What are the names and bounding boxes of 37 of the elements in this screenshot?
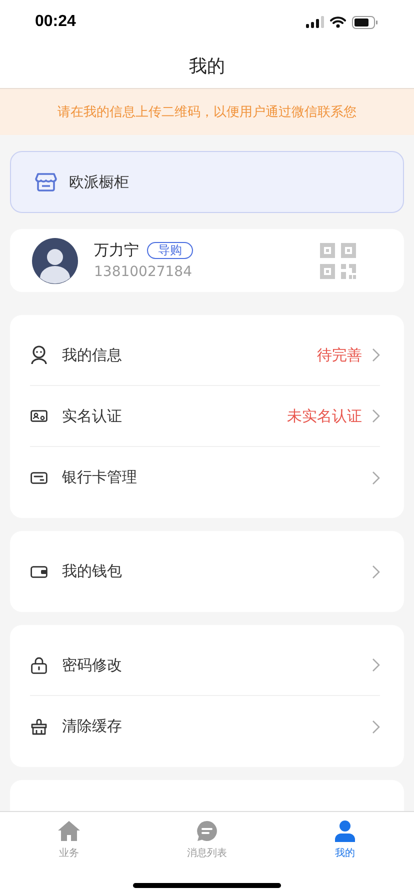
brush-icon: [30, 718, 48, 734]
status-text: 未实名认证: [287, 406, 362, 426]
chevron-right-icon: [372, 564, 380, 578]
notice-banner: 请在我的信息上传二维码，以便用户通过微信联系您: [0, 89, 414, 135]
chevron-right-icon: [372, 658, 380, 672]
menu-item[interactable]: 我的钱包: [30, 541, 380, 602]
battery-icon: [352, 16, 378, 28]
chevron-right-icon: [372, 409, 380, 423]
page-title: 我的: [189, 55, 225, 78]
wallet-icon: [30, 564, 48, 578]
user-icon: [30, 345, 48, 365]
menu-item[interactable]: 我的信息 待完善: [30, 325, 380, 386]
chevron-right-icon: [372, 348, 380, 362]
menu-item[interactable]: 实名认证 未实名认证: [30, 386, 380, 447]
chevron-right-icon: [372, 720, 380, 734]
chevron-right-icon: [372, 470, 380, 484]
menu-item[interactable]: 清除缓存: [30, 696, 380, 757]
chat-bubble-icon: [196, 820, 218, 842]
avatar: [32, 238, 78, 284]
menu-item[interactable]: 银行卡管理: [30, 447, 380, 508]
person-icon: [334, 820, 356, 842]
id-card-icon: [30, 409, 48, 423]
role-tag: 导购: [147, 242, 193, 259]
status-time: 00:24: [35, 13, 76, 31]
lock-icon: [30, 656, 48, 674]
store-card[interactable]: 欧派橱柜: [10, 151, 404, 213]
user-name: 万力宁: [94, 241, 139, 260]
phone-number: 13810027184: [94, 264, 193, 280]
qr-code-icon[interactable]: [320, 242, 356, 278]
signal-icon: [306, 16, 324, 28]
tab[interactable]: 我的: [276, 812, 414, 864]
home-icon: [57, 820, 81, 842]
status-text: 待完善: [317, 346, 362, 364]
menu-item[interactable]: 密码修改: [30, 635, 380, 696]
storefront-icon: [35, 172, 57, 192]
bank-card-icon: [30, 470, 48, 484]
wifi-icon: [330, 16, 346, 28]
